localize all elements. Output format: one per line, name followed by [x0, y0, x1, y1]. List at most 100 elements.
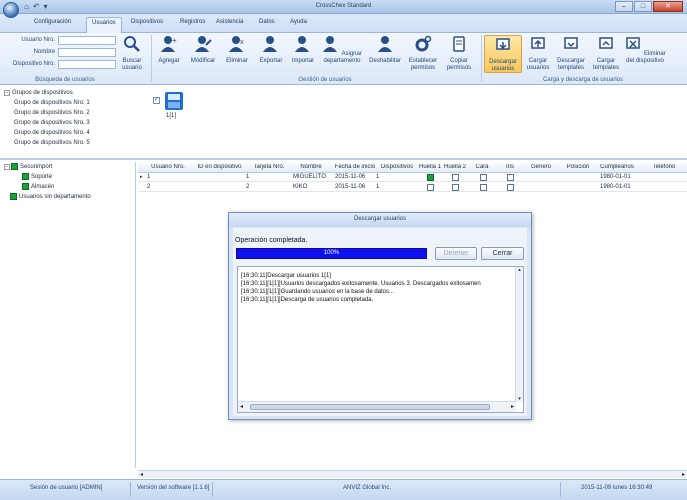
user-no-input[interactable]: [58, 36, 116, 45]
scrollbar-thumb[interactable]: [250, 404, 490, 410]
window-title: CrossChex Standard: [315, 3, 372, 9]
tab-asistencia[interactable]: Asistencia: [216, 19, 243, 25]
device-no-label: Dispositivo Nro.: [12, 61, 55, 67]
column-header[interactable]: Usuario Nro.: [146, 164, 190, 170]
upload-users-button[interactable]: Cargar usuarios: [524, 35, 552, 72]
column-header[interactable]: Nombre: [290, 164, 332, 170]
cell-start-date: 2015-11-06: [335, 174, 366, 180]
department-item[interactable]: Soporte: [0, 172, 135, 182]
column-header[interactable]: Cumpleaños: [596, 164, 638, 170]
close-dialog-button[interactable]: Cerrar: [481, 247, 524, 260]
company-status: ANVIZ Global Inc.: [343, 485, 392, 491]
column-header[interactable]: Teléfono: [643, 164, 685, 170]
minimize-button[interactable]: –: [615, 1, 633, 12]
tab-ayuda[interactable]: Ayuda: [290, 19, 307, 25]
device-no-input[interactable]: [58, 60, 116, 69]
gear-icon: [415, 35, 432, 52]
department-item[interactable]: Almacén: [0, 182, 135, 192]
search-user-button[interactable]: Buscar usuario: [118, 35, 146, 72]
fingerprint1-checkbox[interactable]: [427, 174, 434, 181]
add-user-button[interactable]: + Agregar: [153, 35, 185, 65]
delete-user-button[interactable]: x Eliminar: [222, 35, 252, 65]
column-header[interactable]: Dispositivos: [378, 164, 416, 170]
column-header[interactable]: Género: [526, 164, 556, 170]
add-user-label: Agregar: [158, 58, 180, 64]
table-horizontal-scrollbar[interactable]: ◂ ▸: [138, 470, 687, 478]
column-header[interactable]: Cara: [470, 164, 494, 170]
upload-templates-button[interactable]: Cargar templates: [590, 35, 622, 72]
column-header[interactable]: Tarjeta Nro.: [249, 164, 289, 170]
maximize-button[interactable]: □: [634, 1, 652, 12]
cell-birthday: 1980-01-01: [600, 174, 631, 180]
device-group-item[interactable]: Grupo de dispositivos Nro. 1: [4, 98, 90, 108]
modify-user-button[interactable]: Modificar: [186, 35, 220, 65]
department-root[interactable]: − Securimport: [0, 162, 135, 172]
stop-button[interactable]: Detener: [435, 247, 477, 260]
department-icon: [10, 192, 17, 200]
upload-download-group-label: Carga y descarga de usuarios: [542, 77, 624, 83]
delete-from-device-button[interactable]: Eliminar del dispositivo: [624, 35, 666, 65]
status-bar: Sesión de usuario [ADMIN] Versión del so…: [0, 479, 687, 500]
export-user-icon: [263, 36, 277, 52]
column-header[interactable]: ID en dispositivo: [191, 164, 248, 170]
set-permissions-button[interactable]: Establecer permisos: [406, 35, 440, 72]
fingerprint2-checkbox[interactable]: [452, 174, 459, 181]
tab-dispositivos[interactable]: Dispositivos: [131, 19, 163, 25]
import-button[interactable]: Importar: [288, 35, 318, 65]
department-icon: [22, 182, 29, 190]
scroll-left-icon[interactable]: ◂: [140, 471, 143, 478]
name-input[interactable]: [58, 48, 116, 57]
disable-button[interactable]: Deshabilitar: [366, 35, 404, 65]
face-checkbox[interactable]: [480, 174, 487, 181]
scroll-right-icon[interactable]: ▸: [682, 471, 685, 478]
cell-devices: 1: [376, 174, 380, 180]
download-templates-label: Descargar templates: [557, 58, 585, 71]
column-header[interactable]: Huella 1: [418, 164, 442, 170]
table-row[interactable]: 2 2 KIKO 2015-11-06 1 1980-01-01: [138, 183, 687, 192]
scroll-right-icon[interactable]: ▸: [511, 403, 514, 410]
device-group-item[interactable]: Grupo de dispositivos Nro. 3: [4, 118, 90, 128]
device-group-tree: − Grupos de dispositivos Grupo de disposi…: [4, 88, 90, 148]
log-horizontal-scrollbar[interactable]: ◂ ▸: [238, 401, 516, 412]
column-header[interactable]: Huella 2: [443, 164, 467, 170]
scroll-down-icon[interactable]: ▾: [516, 396, 523, 402]
scroll-up-icon[interactable]: ▴: [516, 267, 523, 273]
device-group-root[interactable]: − Grupos de dispositivos: [4, 88, 90, 98]
fingerprint2-checkbox[interactable]: [452, 184, 459, 191]
download-templates-button[interactable]: Descargar templates: [554, 35, 588, 72]
copy-permissions-button[interactable]: Copiar permisos: [442, 35, 476, 72]
cell-device-id: 1: [246, 174, 250, 180]
operation-status: Operación completada.: [235, 237, 308, 244]
fingerprint1-checkbox[interactable]: [427, 184, 434, 191]
column-header[interactable]: Posición: [558, 164, 598, 170]
iris-checkbox[interactable]: [507, 184, 514, 191]
iris-checkbox[interactable]: [507, 174, 514, 181]
device-group-item[interactable]: Grupo de dispositivos Nro. 5: [4, 138, 90, 148]
assign-department-icon: [323, 36, 338, 52]
copy-permissions-label: Copiar permisos: [446, 58, 472, 71]
face-checkbox[interactable]: [480, 184, 487, 191]
tab-usuarios[interactable]: Usuarios: [86, 17, 122, 33]
collapse-icon[interactable]: −: [4, 164, 10, 170]
collapse-icon[interactable]: −: [4, 90, 10, 96]
tab-registros[interactable]: Registros: [180, 19, 205, 25]
export-button[interactable]: Exportar: [256, 35, 286, 65]
device-checkbox[interactable]: ✓: [153, 97, 160, 104]
column-header[interactable]: Fecha de inicio: [333, 164, 377, 170]
column-header[interactable]: Iris: [498, 164, 522, 170]
assign-department-button[interactable]: Asignar departamento: [320, 35, 364, 65]
scroll-left-icon[interactable]: ◂: [240, 403, 243, 410]
department-icon: [22, 172, 29, 180]
department-item[interactable]: Usuarios sin departamento: [0, 192, 135, 202]
table-row[interactable]: ▸ 1 1 MIGUELITO 2015-11-06 1 1980-01-01: [138, 173, 687, 182]
tab-configuracion[interactable]: Configuración: [34, 19, 71, 25]
title-bar: ⌂ ↶ ▾ CrossChex Standard – □ ✕: [0, 0, 687, 14]
device-group-item[interactable]: Grupo de dispositivos Nro. 2: [4, 108, 90, 118]
download-users-button[interactable]: Descargar usuarios: [484, 35, 522, 73]
log-vertical-scrollbar[interactable]: ▴ ▾: [515, 267, 523, 402]
tab-datos[interactable]: Datos: [259, 19, 275, 25]
app-menu-button[interactable]: [3, 2, 19, 18]
edit-user-icon: [195, 36, 212, 52]
close-button[interactable]: ✕: [653, 1, 683, 12]
device-group-item[interactable]: Grupo de dispositivos Nro. 4: [4, 128, 90, 138]
